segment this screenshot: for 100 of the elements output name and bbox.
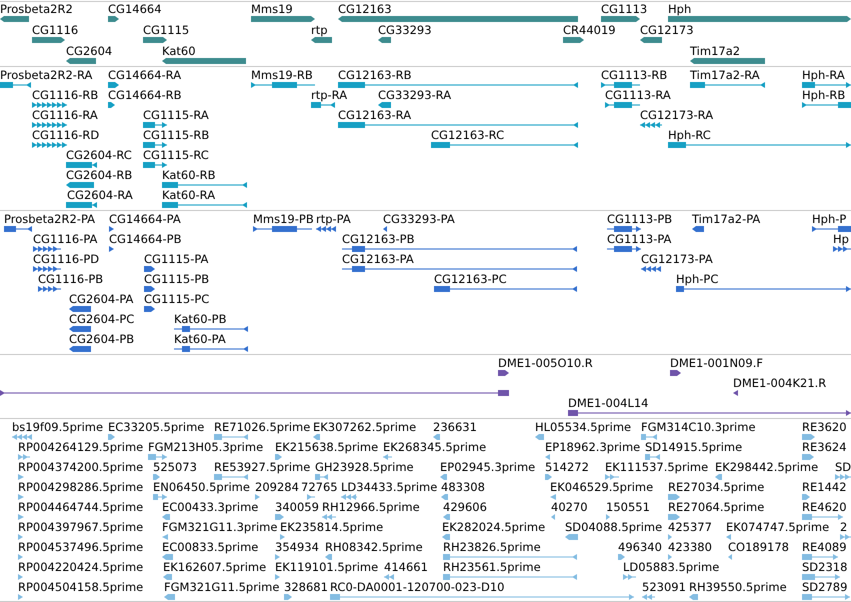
protein-label: CG12163-PC: [434, 272, 507, 286]
transcript-label: CG1116-RD: [32, 128, 100, 142]
gene-label: CG1113: [601, 2, 648, 16]
est-label: RE4620: [802, 500, 847, 514]
transcript-label: CG1115-RC: [143, 148, 209, 162]
est-label: RP004537496.5prime: [18, 540, 144, 554]
est-label: RE3624: [802, 440, 847, 454]
clone-label: DME1-001N09.F: [670, 356, 763, 370]
est-label: 40270: [551, 500, 588, 514]
est-label: EK111537.5prime: [605, 460, 708, 474]
est-label: RE4089: [802, 540, 847, 554]
protein-label: CG1115-PC: [144, 292, 210, 306]
gene-label: CG2604: [66, 44, 112, 58]
est-label: 72765: [301, 480, 338, 494]
protein-label: rtp-PA: [316, 212, 351, 226]
transcript-label: Tim17a2-RA: [690, 68, 760, 82]
transcript-label: Kat60-RB: [162, 168, 216, 182]
est-label: 496340: [618, 540, 662, 554]
transcript-label: CG14664-RA: [108, 68, 182, 82]
est-label: 523091: [642, 580, 686, 594]
protein-label: CG2604-PB: [69, 332, 134, 346]
est-label: RH08342.5prime: [325, 540, 423, 554]
gene-label: CG1115: [143, 23, 190, 37]
transcript-label: CG1113-RB: [601, 68, 668, 82]
gene-label: Mms19: [251, 2, 293, 16]
transcript-label: CG12173-RA: [640, 108, 714, 122]
transcript-label: CG12163-RA: [338, 108, 412, 122]
est-label: 209284: [255, 480, 299, 494]
est-label: EP02945.3prime: [440, 460, 536, 474]
protein-label: CG12173-PA: [641, 252, 713, 266]
protein-label: Kat60-PA: [174, 332, 226, 346]
est-label: EK119101.5prime: [275, 560, 378, 574]
protein-label: CG1113-PB: [607, 212, 672, 226]
transcript-label: CG14664-RB: [108, 88, 182, 102]
transcript-label: CG2604-RA: [67, 188, 133, 202]
est-label: FGM321G11.3prime: [162, 520, 278, 534]
est-label: RP004264129.5prime: [18, 440, 144, 454]
transcript-label: Hph-RB: [802, 88, 846, 102]
est-label: EP18962.3prime: [545, 440, 640, 454]
est-label: 2: [840, 520, 848, 534]
est-label: RE53927.5prime: [214, 460, 310, 474]
protein-label: Tim17a2-PA: [692, 212, 760, 226]
est-label: 236631: [433, 420, 477, 434]
gene-label: Tim17a2: [690, 44, 740, 58]
est-label: LD05883.5prime: [623, 560, 720, 574]
protein-label: Hph-P: [812, 212, 846, 226]
est-label: 514272: [545, 460, 589, 474]
protein-label: Prosbeta2R2-PA: [4, 212, 96, 226]
protein-label: CG1116-PD: [33, 252, 100, 266]
protein-label: CG2604-PC: [69, 312, 134, 326]
est-label: EK215638.5prime: [275, 440, 378, 454]
protein-label: CG1116-PA: [33, 232, 98, 246]
transcript-label: Kat60-RA: [162, 188, 216, 202]
protein-label: CG14664-PB: [109, 232, 182, 246]
protein-label: CG1115-PA: [144, 252, 208, 266]
clone-label: DME1-005O10.R: [498, 356, 593, 370]
est-label: LD34433.5prime: [341, 480, 438, 494]
est-label: RH12966.5prime: [322, 500, 420, 514]
est-label: EK162607.5prime: [163, 560, 266, 574]
gene-label: CG14664: [108, 2, 162, 16]
gene-label: CG1116: [32, 23, 78, 37]
est-label: SD: [835, 460, 851, 474]
est-label: RP004464744.5prime: [18, 500, 144, 514]
est-label: 525073: [153, 460, 197, 474]
est-label: EC33205.5prime: [108, 420, 204, 434]
protein-label: CG12163-PA: [342, 252, 414, 266]
est-label: 328681: [284, 580, 328, 594]
transcript-label: rtp-RA: [311, 88, 348, 102]
est-label: SD14915.5prime: [645, 440, 742, 454]
est-label: EC00433.3prime: [162, 500, 258, 514]
est-label: FGM314C10.3prime: [641, 420, 756, 434]
gene-label: Hph: [668, 2, 692, 16]
est-label: HL05534.5prime: [535, 420, 632, 434]
gene-label: CR44019: [563, 23, 616, 37]
est-label: FGM321G11.5prime: [164, 580, 280, 594]
est-label: 414661: [384, 560, 428, 574]
gene-label: CG33293: [378, 23, 432, 37]
transcript-label: CG1116-RA: [32, 108, 98, 122]
est-label: 483308: [441, 480, 485, 494]
est-label: RP004374200.5prime: [18, 460, 144, 474]
gene-label: Kat60: [162, 44, 196, 58]
protein-label: CG1116-PB: [38, 272, 104, 286]
gene-label: Prosbeta2R2: [0, 2, 73, 16]
transcript-label: CG1116-RB: [32, 88, 98, 102]
transcript-label: CG2604-RC: [66, 148, 132, 162]
transcript-label: Prosbeta2R2-RA: [0, 68, 92, 82]
protein-label: Mms19-PB: [253, 212, 314, 226]
est-label: 150551: [606, 500, 650, 514]
est-label: FGM213H05.3prime: [148, 440, 264, 454]
transcript-label: Mms19-RB: [251, 68, 313, 82]
gene-label: CG12163: [338, 2, 392, 16]
est-label: RP004220424.5prime: [18, 560, 144, 574]
est-label: EN06450.5prime: [153, 480, 250, 494]
gene-label: CG12173: [640, 23, 694, 37]
est-label: RH23826.5prime: [443, 540, 541, 554]
est-label: EK235814.5prime: [280, 520, 384, 534]
transcript-label: CG33293-RA: [378, 88, 452, 102]
transcript-label: CG1113-RA: [605, 88, 671, 102]
est-label: EK282024.5prime: [442, 520, 546, 534]
est-label: EK268345.5prime: [383, 440, 486, 454]
